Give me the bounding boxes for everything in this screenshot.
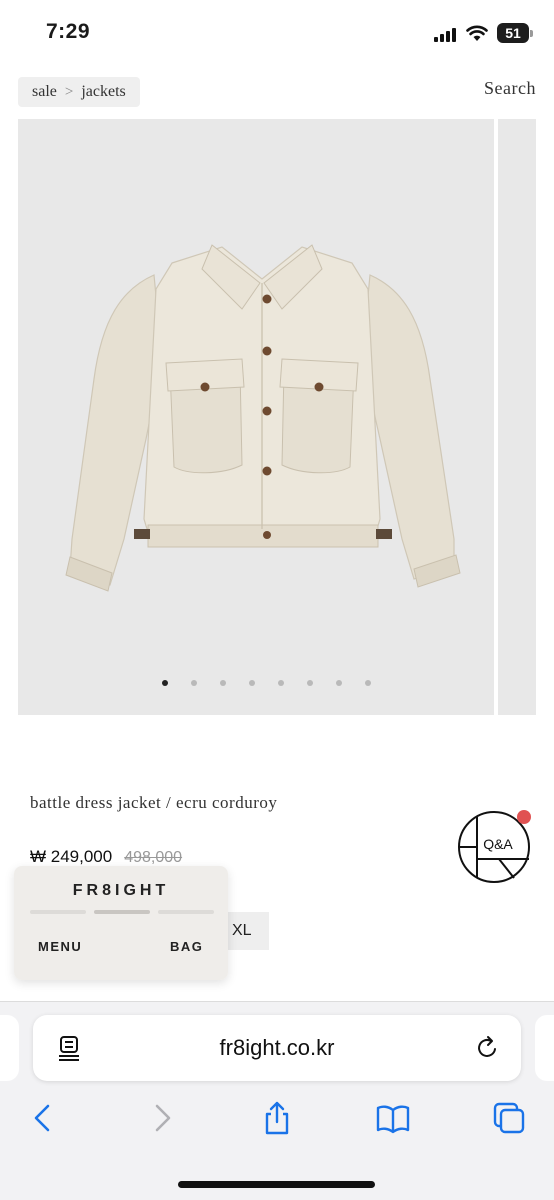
back-icon[interactable] bbox=[26, 1101, 60, 1135]
original-price: 498,000 bbox=[124, 849, 183, 866]
status-time: 7:29 bbox=[46, 20, 91, 43]
gallery-dot[interactable] bbox=[248, 680, 255, 686]
jacket-product-image bbox=[65, 244, 461, 592]
share-icon[interactable] bbox=[260, 1101, 294, 1135]
home-indicator bbox=[178, 1181, 375, 1188]
gallery-dot[interactable] bbox=[335, 680, 342, 686]
breadcrumb-separator: > bbox=[64, 83, 74, 100]
gallery-next-image-peek[interactable] bbox=[498, 119, 536, 715]
gallery-dot[interactable] bbox=[190, 680, 197, 686]
product-image-gallery[interactable] bbox=[18, 119, 494, 715]
gallery-dot[interactable] bbox=[306, 680, 313, 686]
previous-tab-card[interactable] bbox=[0, 1015, 19, 1081]
notification-dot bbox=[517, 810, 531, 824]
forward-icon[interactable] bbox=[145, 1101, 179, 1135]
next-tab-card[interactable] bbox=[535, 1015, 554, 1081]
battery-level: 51 bbox=[497, 23, 529, 43]
breadcrumb-item-jackets[interactable]: jackets bbox=[81, 83, 125, 101]
tabs-icon[interactable] bbox=[492, 1101, 526, 1135]
browser-chrome: fr8ight.co.kr bbox=[0, 1001, 554, 1200]
floating-nav: FR8IGHT MENU BAG bbox=[14, 866, 228, 980]
breadcrumb: sale > jackets bbox=[18, 77, 140, 107]
cellular-signal-icon bbox=[434, 28, 458, 42]
bookmarks-icon[interactable] bbox=[376, 1101, 410, 1135]
battery-icon: 51 bbox=[497, 23, 533, 43]
brand-logo[interactable]: FR8IGHT bbox=[14, 882, 228, 900]
qa-label: Q&A bbox=[483, 836, 513, 852]
bag-button[interactable]: BAG bbox=[170, 939, 203, 954]
product-title: battle dress jacket / ecru corduroy bbox=[30, 793, 278, 812]
gallery-dot[interactable] bbox=[277, 680, 284, 686]
search-link[interactable]: Search bbox=[484, 78, 536, 99]
gallery-dot[interactable] bbox=[364, 680, 371, 686]
sale-price: ₩ 249,000 bbox=[30, 847, 113, 866]
reload-icon[interactable] bbox=[476, 1035, 500, 1061]
nav-divider bbox=[30, 910, 214, 916]
menu-button[interactable]: MENU bbox=[38, 939, 82, 954]
address-bar[interactable]: fr8ight.co.kr bbox=[33, 1015, 521, 1081]
gallery-dot[interactable] bbox=[219, 680, 226, 686]
gallery-pagination-dots[interactable] bbox=[18, 680, 494, 690]
qa-button[interactable]: Q&A bbox=[456, 808, 534, 886]
qa-logo-icon: Q&A bbox=[458, 810, 531, 883]
status-bar: 7:29 51 bbox=[0, 0, 554, 66]
url-text: fr8ight.co.kr bbox=[219, 1035, 335, 1060]
price-row: ₩ 249,000 498,000 bbox=[30, 847, 182, 867]
wifi-icon bbox=[466, 25, 488, 41]
breadcrumb-item-sale[interactable]: sale bbox=[32, 83, 57, 101]
gallery-dot[interactable] bbox=[161, 680, 168, 686]
